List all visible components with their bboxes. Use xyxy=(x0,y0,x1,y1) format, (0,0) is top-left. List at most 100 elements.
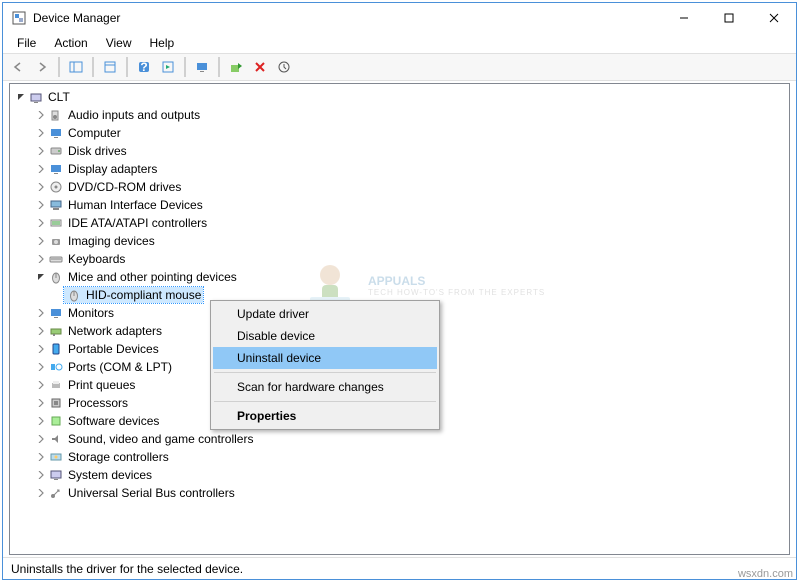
update-driver-button[interactable] xyxy=(225,56,247,78)
tree-category-label: Display adapters xyxy=(68,162,157,176)
caret-closed-icon[interactable] xyxy=(34,147,48,155)
menu-file[interactable]: File xyxy=(9,34,44,52)
tree-category-label: Storage controllers xyxy=(68,450,169,464)
caret-closed-icon[interactable] xyxy=(34,417,48,425)
caret-closed-icon[interactable] xyxy=(34,309,48,317)
caret-closed-icon[interactable] xyxy=(34,129,48,137)
tree-category[interactable]: Imaging devices xyxy=(12,232,787,250)
caret-closed-icon[interactable] xyxy=(34,471,48,479)
caret-closed-icon[interactable] xyxy=(34,201,48,209)
tree-category-label: Human Interface Devices xyxy=(68,198,203,212)
window-controls xyxy=(661,3,796,33)
tree-category[interactable]: Disk drives xyxy=(12,142,787,160)
tree-category-label: DVD/CD-ROM drives xyxy=(68,180,181,194)
ctx-update-driver[interactable]: Update driver xyxy=(213,303,437,325)
tree-category[interactable]: Storage controllers xyxy=(12,448,787,466)
monitor-button[interactable] xyxy=(191,56,213,78)
ctx-uninstall-device[interactable]: Uninstall device xyxy=(213,347,437,369)
properties-button[interactable] xyxy=(99,56,121,78)
device-category-icon xyxy=(48,413,64,429)
forward-button[interactable] xyxy=(31,56,53,78)
statusbar: Uninstalls the driver for the selected d… xyxy=(3,557,796,579)
device-category-icon xyxy=(48,323,64,339)
device-category-icon xyxy=(48,233,64,249)
menu-view[interactable]: View xyxy=(98,34,140,52)
minimize-button[interactable] xyxy=(661,3,706,33)
tree-category-label: Processors xyxy=(68,396,128,410)
tree-category[interactable]: DVD/CD-ROM drives xyxy=(12,178,787,196)
ctx-disable-device[interactable]: Disable device xyxy=(213,325,437,347)
tree-category[interactable]: Mice and other pointing devices xyxy=(12,268,787,286)
caret-closed-icon[interactable] xyxy=(34,435,48,443)
device-category-icon xyxy=(48,215,64,231)
help-button[interactable]: ? xyxy=(133,56,155,78)
tree-category[interactable]: Sound, video and game controllers xyxy=(12,430,787,448)
caret-closed-icon[interactable] xyxy=(34,237,48,245)
caret-closed-icon[interactable] xyxy=(34,219,48,227)
caret-closed-icon[interactable] xyxy=(34,165,48,173)
action-button[interactable] xyxy=(157,56,179,78)
caret-closed-icon[interactable] xyxy=(34,381,48,389)
caret-closed-icon[interactable] xyxy=(34,363,48,371)
tree-category[interactable]: System devices xyxy=(12,466,787,484)
tree-category[interactable]: Keyboards xyxy=(12,250,787,268)
status-text: Uninstalls the driver for the selected d… xyxy=(11,562,243,576)
tree-category-label: Network adapters xyxy=(68,324,162,338)
caret-closed-icon[interactable] xyxy=(34,489,48,497)
computer-icon xyxy=(28,89,44,105)
show-hide-tree-button[interactable] xyxy=(65,56,87,78)
tree-category-label: Mice and other pointing devices xyxy=(68,270,237,284)
tree-category[interactable]: Computer xyxy=(12,124,787,142)
caret-closed-icon[interactable] xyxy=(34,345,48,353)
device-category-icon xyxy=(48,179,64,195)
device-manager-window: Device Manager File Action View Help ? xyxy=(2,2,797,580)
device-tree[interactable]: CLT Audio inputs and outputs Computer Disk … xyxy=(12,88,787,502)
scan-button[interactable] xyxy=(273,56,295,78)
caret-closed-icon[interactable] xyxy=(34,255,48,263)
back-button[interactable] xyxy=(7,56,29,78)
toolbar: ? xyxy=(3,53,796,81)
tree-category-label: Audio inputs and outputs xyxy=(68,108,200,122)
tree-category-label: Universal Serial Bus controllers xyxy=(68,486,235,500)
toolbar-divider xyxy=(126,57,128,77)
window-title: Device Manager xyxy=(33,11,661,25)
ctx-properties[interactable]: Properties xyxy=(213,405,437,427)
device-category-icon xyxy=(48,143,64,159)
tree-root-label: CLT xyxy=(48,90,70,104)
context-menu: Update driver Disable device Uninstall d… xyxy=(210,300,440,430)
device-category-icon xyxy=(48,359,64,375)
toolbar-divider xyxy=(92,57,94,77)
caret-closed-icon[interactable] xyxy=(34,183,48,191)
ctx-separator xyxy=(214,372,436,373)
caret-open-icon[interactable] xyxy=(14,93,28,101)
tree-root[interactable]: CLT xyxy=(12,88,787,106)
tree-category[interactable]: Human Interface Devices xyxy=(12,196,787,214)
caret-closed-icon[interactable] xyxy=(34,327,48,335)
mouse-icon xyxy=(66,287,82,303)
caret-open-icon[interactable] xyxy=(34,273,48,281)
close-button[interactable] xyxy=(751,3,796,33)
device-category-icon xyxy=(48,107,64,123)
tree-category[interactable]: Display adapters xyxy=(12,160,787,178)
maximize-button[interactable] xyxy=(706,3,751,33)
tree-category-label: Disk drives xyxy=(68,144,127,158)
uninstall-button[interactable] xyxy=(249,56,271,78)
menu-action[interactable]: Action xyxy=(46,34,95,52)
tree-category-label: Software devices xyxy=(68,414,159,428)
titlebar: Device Manager xyxy=(3,3,796,33)
tree-category[interactable]: Audio inputs and outputs xyxy=(12,106,787,124)
toolbar-divider xyxy=(218,57,220,77)
device-category-icon xyxy=(48,395,64,411)
caret-closed-icon[interactable] xyxy=(34,453,48,461)
caret-closed-icon[interactable] xyxy=(34,111,48,119)
tree-category-label: Imaging devices xyxy=(68,234,155,248)
device-category-icon xyxy=(48,197,64,213)
tree-category[interactable]: Universal Serial Bus controllers xyxy=(12,484,787,502)
tree-category-label: Monitors xyxy=(68,306,114,320)
ctx-scan-hardware[interactable]: Scan for hardware changes xyxy=(213,376,437,398)
tree-category[interactable]: IDE ATA/ATAPI controllers xyxy=(12,214,787,232)
tree-device-label: HID-compliant mouse xyxy=(86,288,201,302)
ctx-separator xyxy=(214,401,436,402)
menu-help[interactable]: Help xyxy=(142,34,183,52)
caret-closed-icon[interactable] xyxy=(34,399,48,407)
